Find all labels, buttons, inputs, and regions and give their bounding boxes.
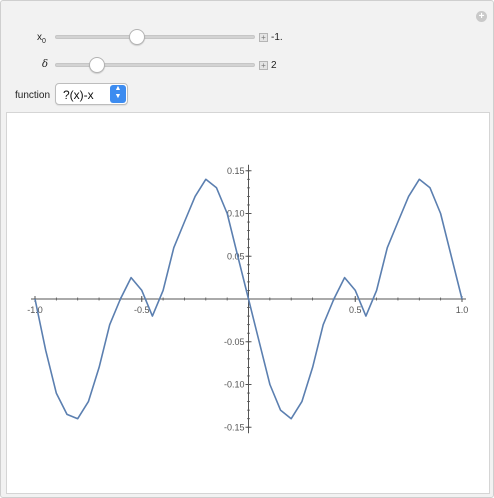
control-panel: + x0 + -1. δ + 2 function ?(x)-x ▲ ▼ -1.0… <box>0 0 494 498</box>
function-label: function <box>15 90 51 101</box>
y-tick-label: -0.15 <box>224 422 245 432</box>
x0-label-subscript: 0 <box>42 38 46 45</box>
y-tick-label: -0.05 <box>224 337 245 347</box>
x0-slider-track[interactable] <box>55 35 255 39</box>
delta-slider-thumb[interactable] <box>89 57 105 73</box>
line-chart: -1.0 -0.5 0.5 1.0 0.15 0.10 0.05 -0.05 -0.10 -0.1… <box>27 164 469 434</box>
x0-plus-box-icon[interactable]: + <box>259 33 268 42</box>
y-tick-label: 0.05 <box>227 251 245 261</box>
delta-plus-box-icon[interactable]: + <box>259 61 268 70</box>
delta-value: 2 <box>271 60 277 71</box>
delta-slider-track[interactable] <box>55 63 255 67</box>
function-select-value: ?(x)-x <box>63 88 94 102</box>
x-tick-label: 0.5 <box>349 305 362 315</box>
delta-label: δ <box>42 59 49 70</box>
x0-value: -1. <box>271 32 283 43</box>
plot-area: -1.0 -0.5 0.5 1.0 0.15 0.10 0.05 -0.05 -0.10 -0.1… <box>6 112 490 494</box>
x0-label: x0 <box>37 32 46 45</box>
x-tick-label: 1.0 <box>456 305 469 315</box>
up-down-chevron-icon: ▲ ▼ <box>110 85 126 103</box>
x0-slider-thumb[interactable] <box>129 29 145 45</box>
y-tick-label: 0.15 <box>227 166 245 176</box>
y-tick-label: 0.10 <box>227 209 245 219</box>
plus-circle-icon[interactable]: + <box>476 11 487 22</box>
x-tick-label: -1.0 <box>27 305 43 315</box>
x-tick-label: -0.5 <box>134 305 150 315</box>
function-select[interactable]: ?(x)-x ▲ ▼ <box>55 83 128 105</box>
y-tick-label: -0.10 <box>224 380 245 390</box>
